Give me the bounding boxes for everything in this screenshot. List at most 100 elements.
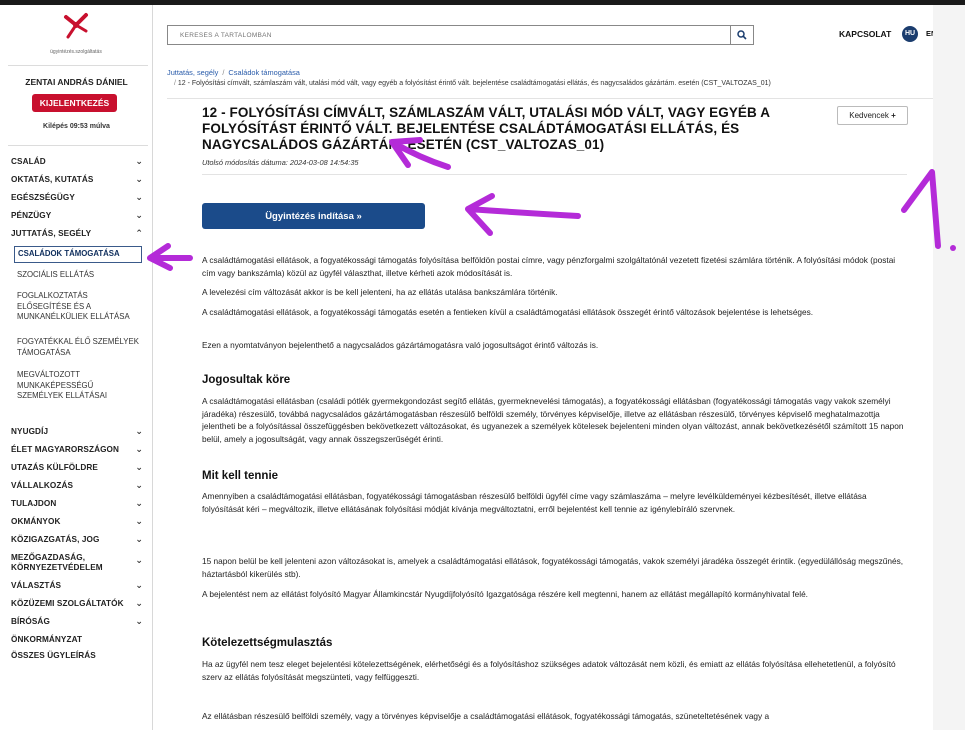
main-content: KAPCSOLAT HU EN Juttatás, segély/Családo… bbox=[153, 5, 936, 730]
section-paragraph: A bejelentést nem az ellátást folyósító … bbox=[202, 589, 808, 599]
sidebar: ügyintézés.szolgáltatás ZENTAI ANDRÁS DÁ… bbox=[0, 5, 153, 730]
nav-label: VÁLLALKOZÁS bbox=[11, 481, 74, 490]
breadcrumb-current-label: 12 - Folyósítási címvált, számlaszám vál… bbox=[177, 80, 771, 87]
breadcrumb: Juttatás, segély / Családok támogatása bbox=[167, 68, 300, 77]
site-logo[interactable]: ügyintézés.szolgáltatás bbox=[46, 11, 106, 57]
nav-item-tulajdon[interactable]: TULAJDON ⌄ bbox=[11, 498, 145, 508]
nav-label: ÉLET MAGYARORSZÁGON bbox=[11, 445, 120, 454]
logout-timer: Kilépés 09:53 múlva bbox=[43, 123, 110, 130]
sidebar-subitem-megvaltozott-munkakepesseg[interactable]: MEGVÁLTOZOTT MUNKAKÉPESSÉGŰ SZEMÉLYEK EL… bbox=[17, 370, 141, 402]
search-input[interactable] bbox=[168, 26, 730, 44]
chevron-down-icon: ⌄ bbox=[135, 426, 143, 436]
chevron-down-icon: ⌄ bbox=[135, 616, 143, 626]
logout-button[interactable]: KIJELENTKEZÉS bbox=[32, 94, 117, 112]
search-button[interactable] bbox=[730, 25, 754, 45]
nav-label: KÖZÜZEMI SZOLGÁLTATÓK bbox=[11, 599, 124, 608]
search-box bbox=[167, 25, 731, 45]
chevron-down-icon: ⌄ bbox=[135, 580, 143, 590]
nav-item-osszes-ugyleiras[interactable]: ÖSSZES ÜGYLEÍRÁS bbox=[11, 651, 145, 660]
nav-label: VÁLASZTÁS bbox=[11, 581, 62, 590]
chevron-up-icon: ⌃ bbox=[135, 228, 143, 238]
intro-paragraph: A családtámogatási ellátások, a fogyaték… bbox=[202, 307, 814, 317]
scrollbar-track[interactable] bbox=[933, 5, 965, 730]
nav-label: OKTATÁS, KUTATÁS bbox=[11, 175, 94, 184]
chevron-down-icon: ⌄ bbox=[135, 462, 143, 472]
favorites-label: Kedvencek bbox=[849, 111, 889, 120]
nav-item-mezogazdasag[interactable]: MEZŐGAZDASÁG, KÖRNYEZETVÉDELEM ⌄ bbox=[11, 553, 143, 573]
start-procedure-button[interactable]: Ügyintézés indítása » bbox=[202, 203, 425, 229]
chevron-down-icon: ⌄ bbox=[135, 516, 143, 526]
nav-item-valasztas[interactable]: VÁLASZTÁS ⌄ bbox=[11, 580, 145, 590]
divider bbox=[202, 174, 907, 175]
breadcrumb-separator: / bbox=[222, 68, 225, 77]
section-paragraph: Ha az ügyfél nem tesz eleget bejelentési… bbox=[202, 659, 896, 682]
nav-label: BÍRÓSÁG bbox=[11, 617, 50, 626]
nav-label: ÖNKORMÁNYZAT bbox=[11, 635, 83, 644]
nav-label: CSALÁD bbox=[11, 157, 46, 166]
chevron-down-icon: ⌄ bbox=[135, 598, 143, 608]
section-paragraph: 15 napon belül be kell jelenteni azon vá… bbox=[202, 556, 904, 579]
user-name: ZENTAI ANDRÁS DÁNIEL bbox=[25, 77, 128, 87]
sidebar-divider bbox=[8, 65, 148, 66]
section-heading-kotelezettsegmulasztas: Kötelezettségmulasztás bbox=[202, 637, 333, 649]
contact-link[interactable]: KAPCSOLAT bbox=[839, 29, 891, 39]
nav-item-kozigazgatas[interactable]: KÖZIGAZGATÁS, JOG ⌄ bbox=[11, 534, 145, 544]
sidebar-divider bbox=[8, 145, 148, 146]
lang-hu-button[interactable]: HU bbox=[902, 26, 918, 42]
nav-item-elet-magyarorszagon[interactable]: ÉLET MAGYARORSZÁGON ⌄ bbox=[11, 444, 145, 454]
nav-label: PÉNZÜGY bbox=[11, 211, 52, 220]
chevron-down-icon: ⌄ bbox=[135, 555, 143, 565]
breadcrumb-item-csaladok[interactable]: Családok támogatása bbox=[228, 68, 300, 77]
nav-item-oktatas[interactable]: OKTATÁS, KUTATÁS ⌄ bbox=[11, 174, 145, 184]
nav-label: TULAJDON bbox=[11, 499, 57, 508]
nav-label: OKMÁNYOK bbox=[11, 517, 61, 526]
nav-item-juttatas[interactable]: JUTTATÁS, SEGÉLY ⌃ bbox=[11, 228, 145, 238]
intro-paragraph: A családtámogatási ellátások, a fogyaték… bbox=[202, 255, 896, 278]
section-paragraph: Amennyiben a családtámogatási ellátásban… bbox=[202, 491, 867, 514]
nav-item-egeszsegugy[interactable]: EGÉSZSÉGÜGY ⌄ bbox=[11, 192, 145, 202]
nav-label: KÖZIGAZGATÁS, JOG bbox=[11, 535, 100, 544]
chevron-down-icon: ⌄ bbox=[135, 444, 143, 454]
sidebar-subitem-fogyatekkal-elok[interactable]: FOGYATÉKKAL ÉLŐ SZEMÉLYEK TÁMOGATÁSA bbox=[17, 337, 141, 358]
plus-icon: + bbox=[891, 111, 896, 120]
logo-text: ügyintézés.szolgáltatás bbox=[50, 49, 102, 55]
nav-item-vallalkozas[interactable]: VÁLLALKOZÁS ⌄ bbox=[11, 480, 145, 490]
logo-mark-icon bbox=[64, 13, 88, 39]
chevron-down-icon: ⌄ bbox=[135, 534, 143, 544]
chevron-down-icon: ⌄ bbox=[135, 156, 143, 166]
divider bbox=[167, 98, 933, 99]
nav-item-csalad[interactable]: CSALÁD ⌄ bbox=[11, 156, 145, 166]
search-icon bbox=[737, 30, 747, 40]
breadcrumb-current: / 12 - Folyósítási címvált, számlaszám v… bbox=[174, 80, 771, 87]
nav-item-penzugy[interactable]: PÉNZÜGY ⌄ bbox=[11, 210, 145, 220]
nav-label: MEZŐGAZDASÁG, KÖRNYEZETVÉDELEM bbox=[11, 553, 103, 572]
nav-item-kozuzemi[interactable]: KÖZÜZEMI SZOLGÁLTATÓK ⌄ bbox=[11, 598, 145, 608]
nav-item-nyugdij[interactable]: NYUGDÍJ ⌄ bbox=[11, 426, 145, 436]
nav-label: NYUGDÍJ bbox=[11, 427, 49, 436]
nav-item-onkormanyzat[interactable]: ÖNKORMÁNYZAT bbox=[11, 635, 145, 644]
section-heading-mit-kell-tennie: Mit kell tennie bbox=[202, 470, 279, 482]
nav-item-utazas-kulfoldre[interactable]: UTAZÁS KÜLFÖLDRE ⌄ bbox=[11, 462, 145, 472]
page-title: 12 - FOLYÓSÍTÁSI CÍMVÁLT, SZÁMLASZÁM VÁL… bbox=[202, 105, 770, 152]
section-paragraph: A családtámogatási ellátásban (családi p… bbox=[202, 396, 904, 444]
intro-paragraph: Ezen a nyomtatványon bejelenthető a nagy… bbox=[202, 340, 599, 350]
chevron-down-icon: ⌄ bbox=[135, 480, 143, 490]
nav-item-birosag[interactable]: BÍRÓSÁG ⌄ bbox=[11, 616, 145, 626]
chevron-down-icon: ⌄ bbox=[135, 498, 143, 508]
intro-paragraph: A levelezési cím változását akkor is be … bbox=[202, 287, 558, 297]
breadcrumb-item-juttatas[interactable]: Juttatás, segély bbox=[167, 68, 218, 77]
nav-label: EGÉSZSÉGÜGY bbox=[11, 193, 75, 202]
sidebar-subitem-foglalkoztatas[interactable]: FOGLALKOZTATÁS ELŐSEGÍTÉSE ÉS A MUNKANÉL… bbox=[17, 291, 141, 323]
last-modified: Utolsó módosítás dátuma: 2024-03-08 14:5… bbox=[202, 158, 359, 167]
nav-label: UTAZÁS KÜLFÖLDRE bbox=[11, 463, 98, 472]
sidebar-subitem-csaladok-tamogatasa[interactable]: CSALÁDOK TÁMOGATÁSA bbox=[14, 246, 142, 263]
chevron-down-icon: ⌄ bbox=[135, 174, 143, 184]
sidebar-subitem-szocialis-ellatas[interactable]: SZOCIÁLIS ELLÁTÁS bbox=[17, 270, 141, 281]
nav-label: JUTTATÁS, SEGÉLY bbox=[11, 229, 92, 238]
section-paragraph: Az ellátásban részesülő belföldi személy… bbox=[202, 711, 770, 721]
chevron-down-icon: ⌄ bbox=[135, 192, 143, 202]
nav-label: ÖSSZES ÜGYLEÍRÁS bbox=[11, 651, 96, 660]
nav-item-okmanyok[interactable]: OKMÁNYOK ⌄ bbox=[11, 516, 145, 526]
section-heading-jogosultak: Jogosultak köre bbox=[202, 374, 291, 386]
favorites-button[interactable]: Kedvencek + bbox=[837, 106, 908, 125]
